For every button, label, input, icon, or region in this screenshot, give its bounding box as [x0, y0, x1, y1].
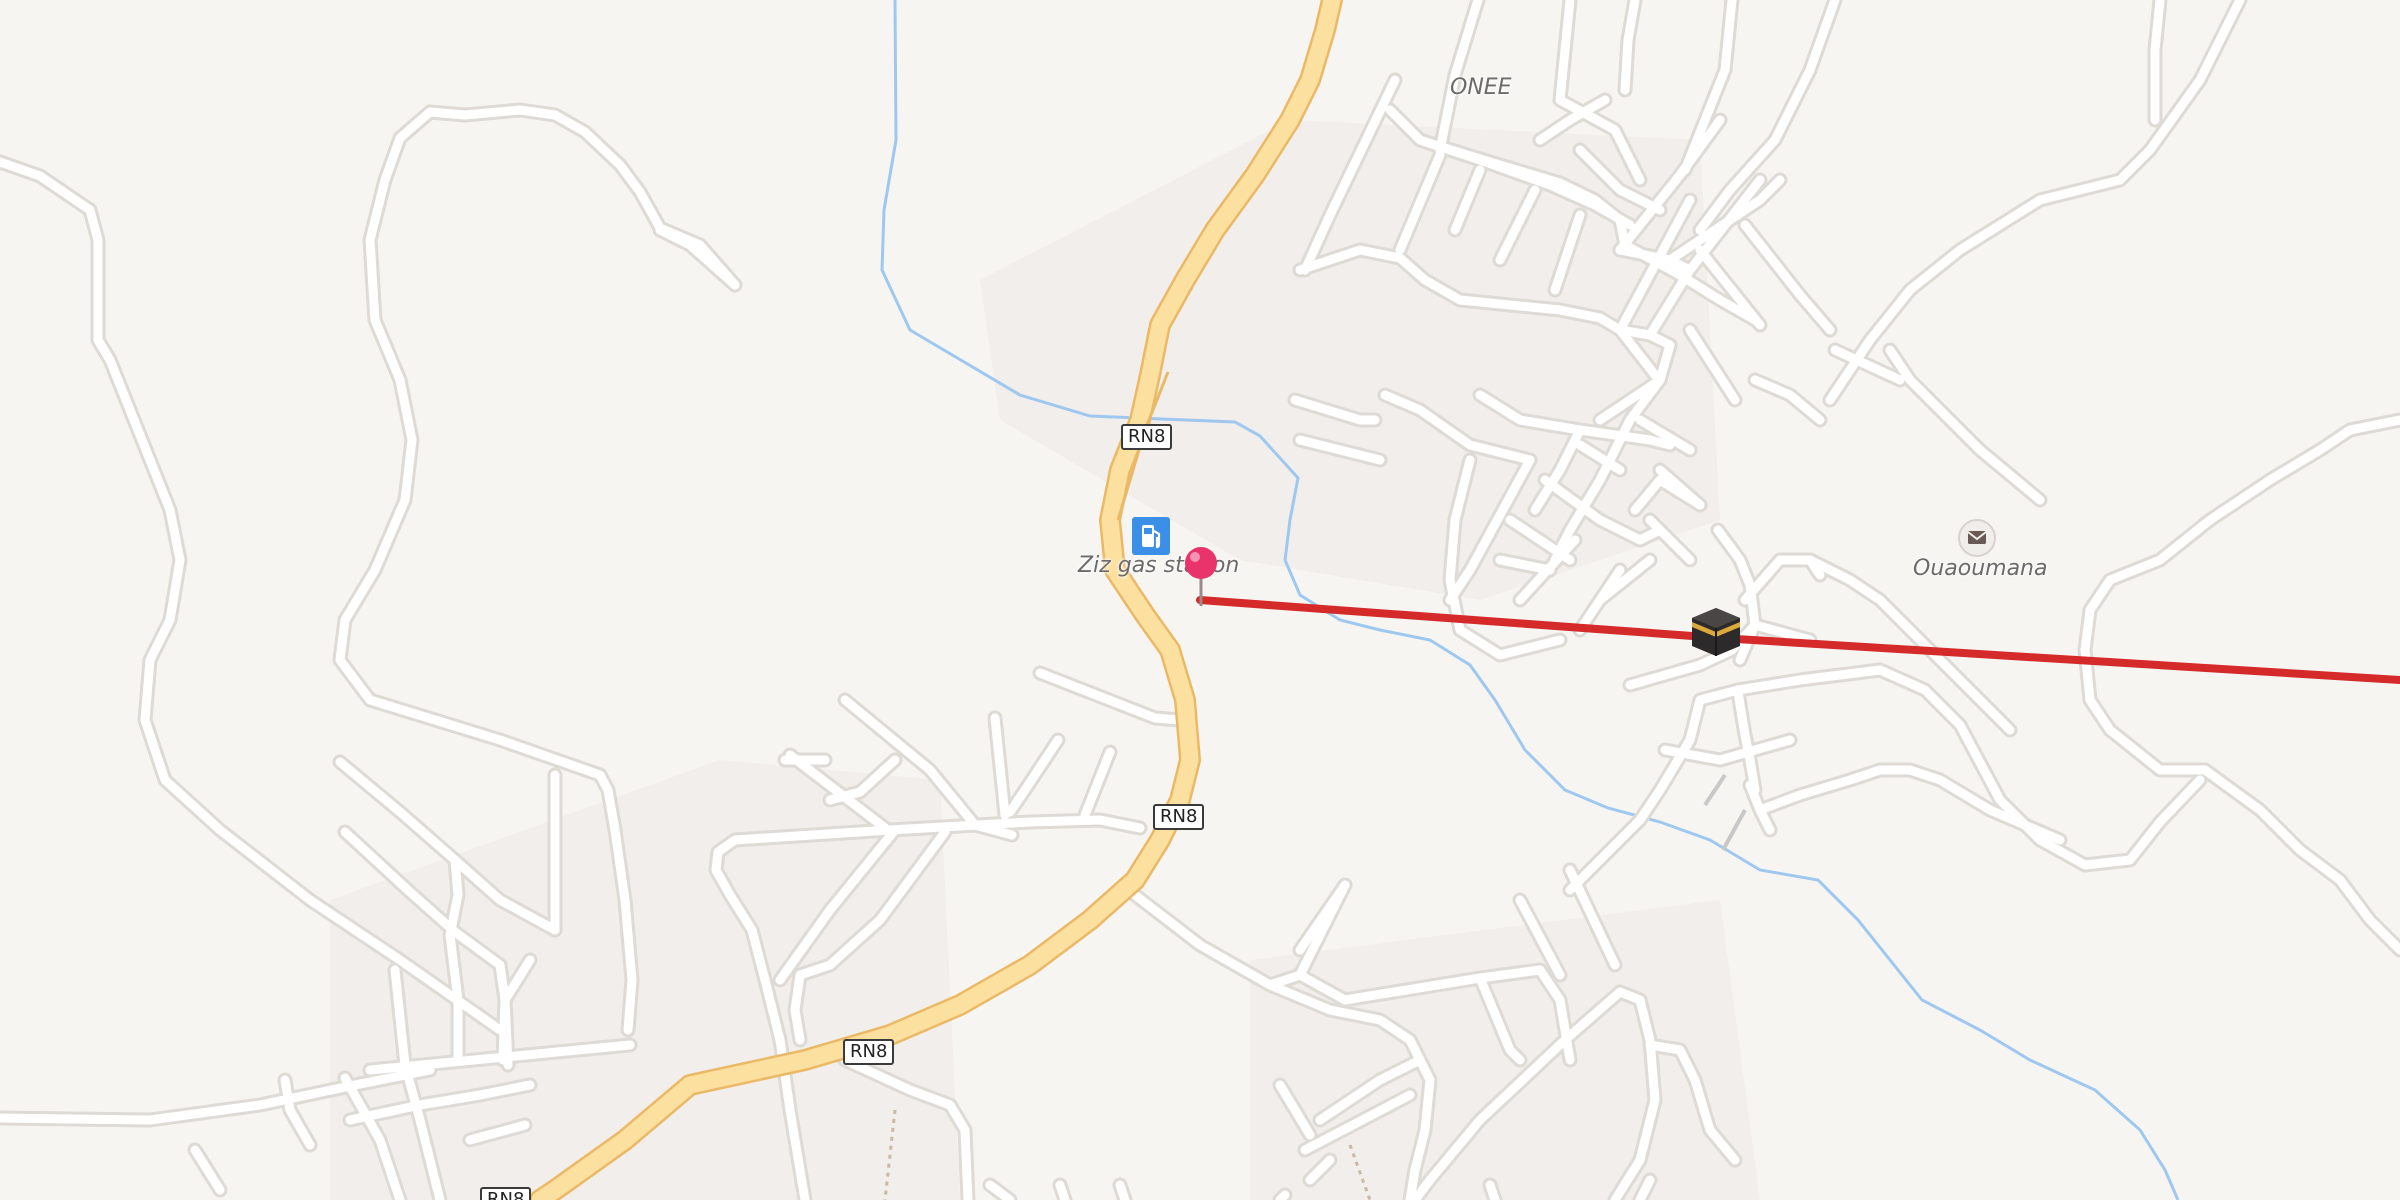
- road-shield-rn8: RN8: [480, 1187, 532, 1200]
- map-view[interactable]: RN8 RN8 RN8 RN8 ONEE Ziz gas station Oua…: [0, 0, 2400, 1200]
- fuel-pump-icon[interactable]: [1132, 517, 1170, 555]
- road-shield-rn8: RN8: [843, 1039, 895, 1065]
- map-pin-icon[interactable]: [1181, 546, 1221, 608]
- place-label-post-office[interactable]: Ouaoumana: [1913, 556, 2047, 581]
- place-label-onee[interactable]: ONEE: [1450, 75, 1512, 100]
- envelope-icon[interactable]: [1958, 519, 1996, 557]
- road-shield-rn8: RN8: [1153, 804, 1205, 830]
- urban-areas: [330, 120, 1760, 1200]
- road-shield-rn8: RN8: [1121, 424, 1173, 450]
- bridge: [1703, 773, 1747, 851]
- kaaba-icon[interactable]: [1688, 604, 1744, 660]
- route-line: [1196, 596, 2400, 684]
